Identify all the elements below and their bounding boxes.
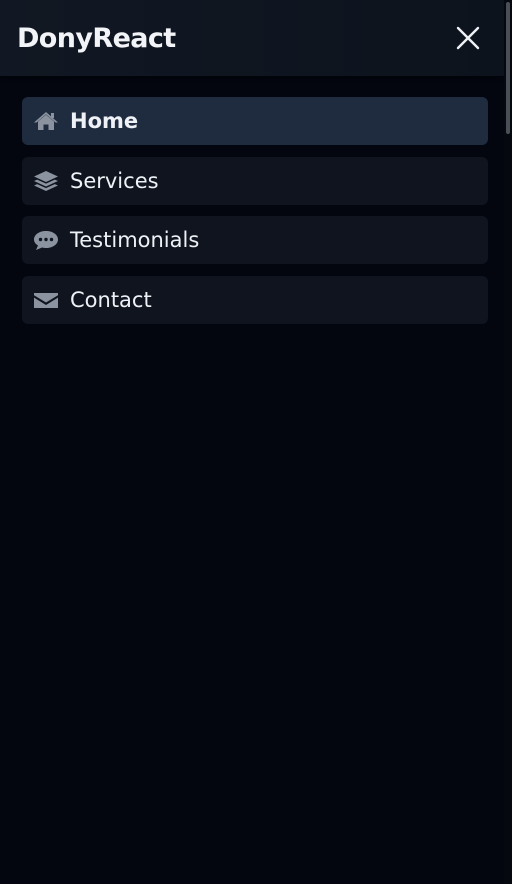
nav-item-label: Testimonials — [70, 228, 200, 252]
scrollbar[interactable] — [504, 0, 512, 884]
scrollbar-thumb[interactable] — [506, 2, 510, 134]
nav-item-label: Contact — [70, 287, 152, 312]
nav-item-label: Services — [70, 168, 159, 193]
mobile-menu: DonyReact Home Services Testimonials Con… — [0, 0, 512, 884]
chat-icon — [32, 228, 60, 252]
brand-logo[interactable]: DonyReact — [17, 22, 176, 56]
layers-icon — [32, 169, 60, 193]
nav-menu: Home Services Testimonials Contact — [22, 97, 488, 335]
nav-item-home[interactable]: Home — [22, 97, 488, 145]
home-icon — [32, 109, 60, 133]
nav-item-label: Home — [70, 109, 139, 133]
envelope-icon — [32, 288, 60, 312]
close-icon — [456, 26, 480, 50]
close-button[interactable] — [452, 22, 484, 54]
nav-item-contact[interactable]: Contact — [22, 275, 488, 324]
nav-item-services[interactable]: Services — [22, 156, 488, 205]
nav-item-testimonials[interactable]: Testimonials — [22, 216, 488, 264]
menu-header: DonyReact — [0, 0, 504, 76]
